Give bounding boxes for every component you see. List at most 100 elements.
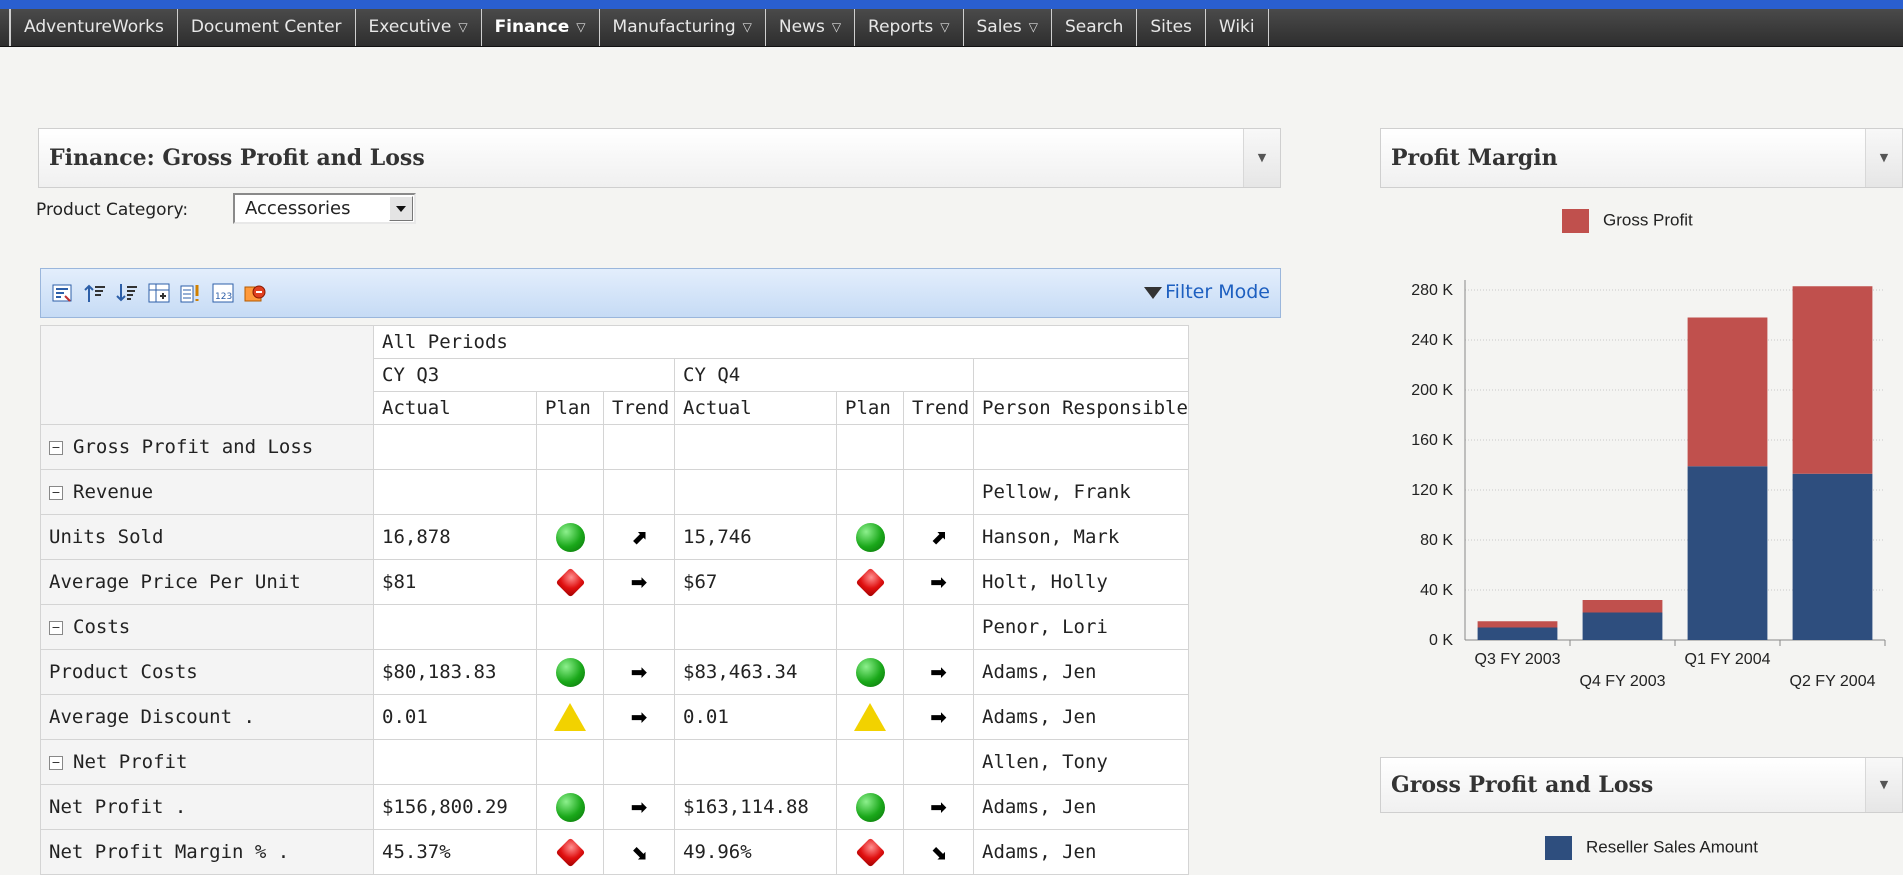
dropdown-arrow-icon[interactable]: ▽	[743, 9, 752, 46]
profit-margin-chart: 0 K 40 K 80 K 120 K 160 K 200 K 240 K 280 K Q3 F…	[1411, 280, 1886, 690]
q4-plan-cell	[836, 469, 904, 515]
nav-item-search[interactable]: Search	[1050, 9, 1136, 46]
cy-q4-header[interactable]: CY Q4	[674, 358, 974, 392]
q4-trend-header: Trend	[903, 391, 974, 425]
finance-webpart-title: Finance: Gross Profit and Loss	[49, 145, 425, 171]
dropdown-arrow-icon[interactable]: ▽	[832, 9, 841, 46]
row-header-average-discount[interactable]: Average Discount .	[40, 694, 374, 740]
table-row: Net Profit . $156,800.29 ➡ $163,114.88 ➡ Adam…	[40, 784, 1189, 830]
nav-item-finance[interactable]: Finance ▽	[480, 9, 599, 46]
expand-grid-icon[interactable]	[147, 282, 171, 304]
nav-item-manufacturing[interactable]: Manufacturing ▽	[598, 9, 765, 46]
nav-item-reports[interactable]: Reports ▽	[854, 9, 962, 46]
trend-down-right-arrow-icon: ⬊	[930, 840, 947, 864]
kpi-red-indicator-icon	[855, 567, 885, 598]
dropdown-arrow-icon[interactable]: ▽	[940, 9, 949, 46]
q3-trend-cell	[603, 604, 675, 650]
q3-trend-cell: ⬈	[603, 514, 675, 560]
gross-profit-legend-label: Gross Profit	[1603, 210, 1693, 230]
profit-margin-menu-button[interactable]: ▼	[1865, 129, 1902, 187]
y-tick-label: 80 K	[1420, 532, 1453, 549]
q4-plan-cell	[836, 649, 904, 695]
pivot-icon[interactable]	[51, 282, 75, 304]
q3-trend-cell	[603, 739, 675, 785]
product-category-value: Accessories	[245, 198, 351, 219]
bar-gross-profit-q3-fy-2003	[1477, 621, 1558, 628]
y-tick-label: 280 K	[1411, 282, 1453, 299]
q3-actual-cell	[373, 469, 537, 515]
person-responsible-cell: Penor, Lori	[973, 604, 1189, 650]
nav-item-sites[interactable]: Sites	[1136, 9, 1205, 46]
kpi-green-indicator-icon	[855, 657, 885, 687]
row-header-gross-profit-and-loss[interactable]: − Gross Profit and Loss	[40, 424, 374, 470]
row-header-product-costs[interactable]: Product Costs	[40, 649, 374, 695]
q3-plan-cell	[536, 469, 604, 515]
dropdown-arrow-icon[interactable]: ▽	[458, 9, 467, 46]
row-header-average-price-per-unit[interactable]: Average Price Per Unit	[40, 559, 374, 605]
row-header-net-profit[interactable]: − Net Profit	[40, 739, 374, 785]
q4-plan-cell	[836, 604, 904, 650]
sort-descending-icon[interactable]	[115, 282, 139, 304]
q4-plan-cell	[836, 559, 904, 605]
nav-item-adventureworks[interactable]: AdventureWorks	[9, 9, 177, 46]
trend-right-arrow-icon: ➡	[930, 660, 947, 684]
nav-item-document-center[interactable]: Document Center	[176, 9, 355, 46]
kpi-red-indicator-icon	[855, 837, 885, 868]
q3-trend-cell: ⬊	[603, 829, 675, 875]
cy-q3-header[interactable]: CY Q3	[373, 358, 675, 392]
funnel-icon	[1144, 286, 1163, 299]
alert-icon[interactable]	[179, 282, 203, 304]
chart-view-icon[interactable]	[243, 282, 267, 304]
q3-actual-cell: 0.01	[373, 694, 537, 740]
product-category-label: Product Category:	[36, 200, 189, 220]
gross-profit-menu-button[interactable]: ▼	[1865, 758, 1902, 812]
finance-webpart-menu-button[interactable]: ▼	[1243, 129, 1280, 187]
filter-mode-button[interactable]: Filter Mode	[1144, 281, 1270, 303]
q4-actual-cell: 49.96%	[674, 829, 837, 875]
row-label: Average Price Per Unit	[49, 571, 301, 593]
trend-right-arrow-icon: ➡	[930, 570, 947, 594]
table-row: Units Sold 16,878 ⬈ 15,746 ⬈ Hanson, Mark	[40, 514, 1189, 560]
nav-item-label: Finance	[494, 17, 570, 37]
dropdown-arrow-icon[interactable]: ▽	[1029, 9, 1038, 46]
q3-plan-cell	[536, 514, 604, 560]
reseller-sales-legend-label: Reseller Sales Amount	[1586, 837, 1758, 857]
q3-actual-cell	[373, 604, 537, 650]
collapse-toggle-icon[interactable]: −	[49, 620, 63, 635]
nav-item-executive[interactable]: Executive ▽	[354, 9, 481, 46]
row-header-units-sold[interactable]: Units Sold	[40, 514, 374, 560]
q4-trend-cell: ➡	[903, 649, 974, 695]
number-format-icon[interactable]: 123	[211, 282, 235, 304]
chevron-down-icon[interactable]	[389, 196, 413, 221]
scorecard-grid: All Periods CY Q3 CY Q4 Actual Plan Tren…	[40, 325, 1189, 875]
q3-plan-cell	[536, 604, 604, 650]
nav-item-news[interactable]: News ▽	[764, 9, 854, 46]
reseller-sales-legend: Reseller Sales Amount	[1545, 836, 1758, 860]
nav-item-sales[interactable]: Sales ▽	[962, 9, 1051, 46]
table-row: − Net Profit Allen, Tony	[40, 739, 1189, 785]
sort-ascending-icon[interactable]	[83, 282, 107, 304]
collapse-toggle-icon[interactable]: −	[49, 440, 63, 455]
row-header-revenue[interactable]: − Revenue	[40, 469, 374, 515]
q4-trend-cell	[903, 424, 974, 470]
product-category-select[interactable]: Accessories	[233, 193, 416, 224]
kpi-green-indicator-icon	[855, 792, 885, 822]
row-header-net-profit[interactable]: Net Profit .	[40, 784, 374, 830]
q4-actual-cell: 0.01	[674, 694, 837, 740]
q4-trend-cell: ➡	[903, 694, 974, 740]
person-responsible-cell: Adams, Jen	[973, 694, 1189, 740]
q3-plan-cell	[536, 784, 604, 830]
all-periods-header[interactable]: All Periods	[373, 325, 1189, 359]
dropdown-arrow-icon[interactable]: ▽	[576, 9, 585, 46]
row-label: Units Sold	[49, 526, 164, 548]
row-header-costs[interactable]: − Costs	[40, 604, 374, 650]
nav-item-wiki[interactable]: Wiki	[1204, 9, 1268, 46]
row-header-net-profit-margin[interactable]: Net Profit Margin % .	[40, 829, 374, 875]
q4-actual-cell	[674, 739, 837, 785]
q4-actual-cell: 15,746	[674, 514, 837, 560]
profit-margin-webpart-header: Profit Margin ▼	[1380, 128, 1903, 188]
collapse-toggle-icon[interactable]: −	[49, 755, 63, 770]
person-responsible-cell: Allen, Tony	[973, 739, 1189, 785]
collapse-toggle-icon[interactable]: −	[49, 485, 63, 500]
q4-trend-cell: ⬊	[903, 829, 974, 875]
